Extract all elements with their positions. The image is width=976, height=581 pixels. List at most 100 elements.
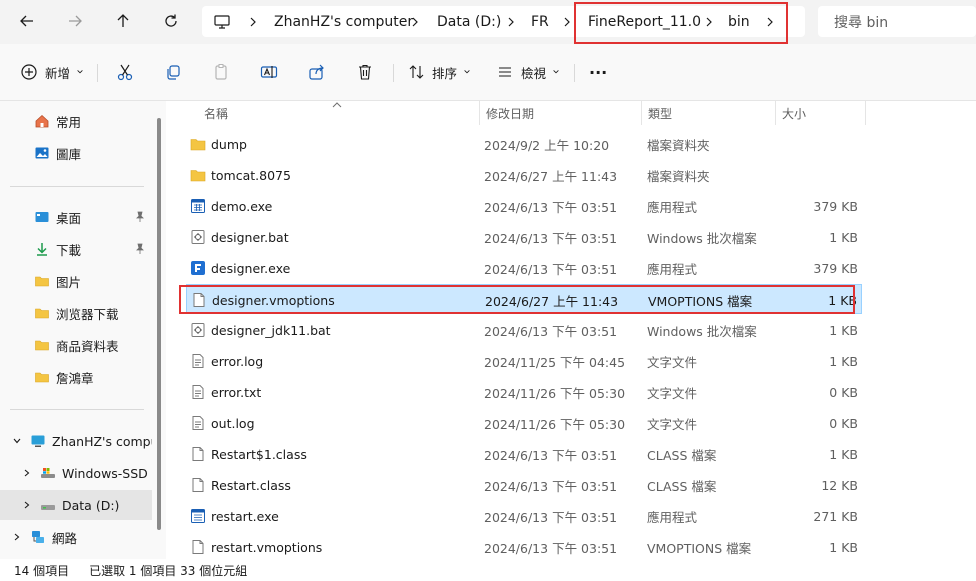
more-options-button[interactable]: ··· — [589, 60, 607, 84]
copy-icon[interactable] — [161, 60, 185, 84]
drive-icon — [40, 465, 56, 481]
file-icon — [190, 446, 206, 462]
file-row-designer-jdk11[interactable]: designer_jdk11.bat 2024/6/13 下午 03:51 Wi… — [186, 315, 862, 345]
delete-icon[interactable] — [353, 60, 377, 84]
sidebar-item-label: 桌面 — [56, 210, 82, 226]
pin-icon[interactable] — [134, 211, 146, 223]
view-button[interactable]: 檢視 — [521, 60, 560, 84]
cut-icon[interactable] — [113, 60, 137, 84]
refresh-button[interactable] — [157, 8, 185, 34]
file-date: 2024/11/25 下午 04:45 — [484, 354, 626, 370]
sidebar-scrollbar[interactable] — [157, 118, 161, 530]
file-size: 1 KB — [829, 229, 858, 245]
sidebar-item-network[interactable]: 網路 — [0, 522, 152, 552]
view-button-label: 檢視 — [521, 65, 547, 81]
chevron-down-icon — [464, 70, 470, 74]
file-size: 379 KB — [813, 260, 858, 276]
file-date: 2024/6/13 下午 03:51 — [484, 323, 618, 339]
folder-icon — [34, 369, 50, 385]
refresh-icon — [165, 14, 177, 27]
status-selection: 已選取 1 個項目 33 個位元組 — [89, 563, 248, 578]
file-type: CLASS 檔案 — [647, 447, 717, 463]
column-divider[interactable] — [641, 101, 642, 125]
chevron-right-icon — [506, 6, 516, 37]
chevron-right-icon[interactable] — [12, 532, 22, 542]
rename-icon[interactable] — [257, 60, 281, 84]
file-name: designer.bat — [211, 229, 289, 245]
column-divider[interactable] — [775, 101, 776, 125]
file-row-error-log[interactable]: error.log 2024/11/25 下午 04:45 文字文件 1 KB — [186, 346, 862, 376]
file-row-error-txt[interactable]: error.txt 2024/11/26 下午 05:30 文字文件 0 KB — [186, 377, 862, 407]
file-row-restart1-class[interactable]: Restart$1.class 2024/6/13 下午 03:51 CLASS… — [186, 439, 862, 469]
file-row-designer-bat[interactable]: designer.bat 2024/6/13 下午 03:51 Windows … — [186, 222, 862, 252]
file-icon — [190, 477, 206, 493]
file-date: 2024/11/26 下午 05:30 — [484, 416, 626, 432]
file-type: 檔案資料夾 — [647, 137, 710, 153]
plus-icon — [17, 60, 41, 84]
folder-icon — [190, 167, 206, 183]
file-date: 2024/6/13 下午 03:51 — [484, 447, 618, 463]
sidebar-item-desktop[interactable]: 桌面 — [0, 202, 152, 232]
new-button[interactable]: 新增 — [45, 60, 84, 84]
column-header-type[interactable]: 類型 — [648, 101, 672, 125]
folder-icon — [34, 337, 50, 353]
chevron-right-icon[interactable] — [22, 500, 32, 510]
sidebar-item-this-pc[interactable]: ZhanHZ's computer — [0, 426, 152, 456]
sort-ascending-icon — [332, 97, 342, 108]
up-button[interactable] — [109, 8, 137, 34]
pin-icon[interactable] — [134, 243, 146, 255]
sidebar-item-data-drive[interactable]: Data (D:) — [0, 490, 152, 520]
chevron-right-icon[interactable] — [22, 468, 32, 478]
paste-icon[interactable] — [209, 60, 233, 84]
app-icon — [190, 198, 206, 214]
computer-icon — [30, 433, 46, 449]
file-row-tomcat[interactable]: tomcat.8075 2024/6/27 上午 11:43 檔案資料夾 — [186, 160, 862, 190]
search-input[interactable]: 搜尋 bin — [818, 6, 976, 37]
sidebar-item-product-sheet[interactable]: 商品資料表 — [0, 330, 152, 360]
column-header-date[interactable]: 修改日期 — [486, 101, 534, 125]
file-row-demo-exe[interactable]: demo.exe 2024/6/13 下午 03:51 應用程式 379 KB — [186, 191, 862, 221]
sidebar-item-downloads[interactable]: 下載 — [0, 234, 152, 264]
file-row-designer-exe[interactable]: designer.exe 2024/6/13 下午 03:51 應用程式 379… — [186, 253, 862, 283]
file-type: 應用程式 — [647, 261, 698, 277]
forward-button[interactable] — [61, 8, 89, 34]
sidebar-item-browser-downloads[interactable]: 浏览器下载 — [0, 298, 152, 328]
file-size: 271 KB — [813, 508, 858, 524]
file-size: 379 KB — [813, 198, 858, 214]
file-row-dump[interactable]: dump 2024/9/2 上午 10:20 檔案資料夾 — [186, 129, 862, 159]
file-date: 2024/6/13 下午 03:51 — [484, 540, 618, 556]
column-divider[interactable] — [865, 101, 866, 125]
file-size: 12 KB — [821, 477, 858, 493]
sidebar-item-home[interactable]: 常用 — [0, 106, 152, 136]
column-divider[interactable] — [479, 101, 480, 125]
status-bar: 14 個項目 已選取 1 個項目 33 個位元組 — [0, 559, 976, 581]
file-row-out-log[interactable]: out.log 2024/11/26 下午 05:30 文字文件 0 KB — [186, 408, 862, 438]
chevron-down-icon — [553, 70, 559, 74]
file-row-restart-vmoptions[interactable]: restart.vmoptions 2024/6/13 下午 03:51 VMO… — [186, 532, 862, 562]
column-header-size[interactable]: 大小 — [782, 101, 806, 125]
file-date: 2024/6/13 下午 03:51 — [484, 230, 618, 246]
sort-button[interactable]: 排序 — [432, 60, 471, 84]
breadcrumb-computer[interactable]: ZhanHZ's computer — [274, 6, 413, 37]
sidebar-divider — [10, 186, 144, 187]
breadcrumb-data-drive[interactable]: Data (D:) — [437, 6, 501, 37]
selection-highlight-box — [179, 285, 855, 314]
chevron-down-icon — [77, 70, 83, 74]
sidebar-item-label: 商品資料表 — [56, 338, 119, 354]
sidebar-item-user-folder[interactable]: 詹鴻章 — [0, 362, 152, 392]
sidebar-item-pictures[interactable]: 图片 — [0, 266, 152, 296]
address-toolbar: ZhanHZ's computer Data (D:) FR FineRepor… — [0, 0, 976, 44]
sidebar-item-gallery[interactable]: 圖庫 — [0, 138, 152, 168]
file-row-restart-exe[interactable]: restart.exe 2024/6/13 下午 03:51 應用程式 271 … — [186, 501, 862, 531]
back-button[interactable] — [13, 8, 41, 34]
chevron-right-icon — [410, 6, 420, 37]
share-icon[interactable] — [305, 60, 329, 84]
file-row-restart-class[interactable]: Restart.class 2024/6/13 下午 03:51 CLASS 檔… — [186, 470, 862, 500]
file-date: 2024/6/13 下午 03:51 — [484, 199, 618, 215]
breadcrumb-fr[interactable]: FR — [531, 6, 549, 37]
file-date: 2024/6/13 下午 03:51 — [484, 261, 618, 277]
sort-button-label: 排序 — [432, 65, 458, 81]
chevron-down-icon[interactable] — [12, 436, 22, 446]
sidebar-item-windows-ssd[interactable]: Windows-SSD (C:) — [0, 458, 152, 488]
column-header-name[interactable]: 名稱 — [204, 101, 228, 125]
